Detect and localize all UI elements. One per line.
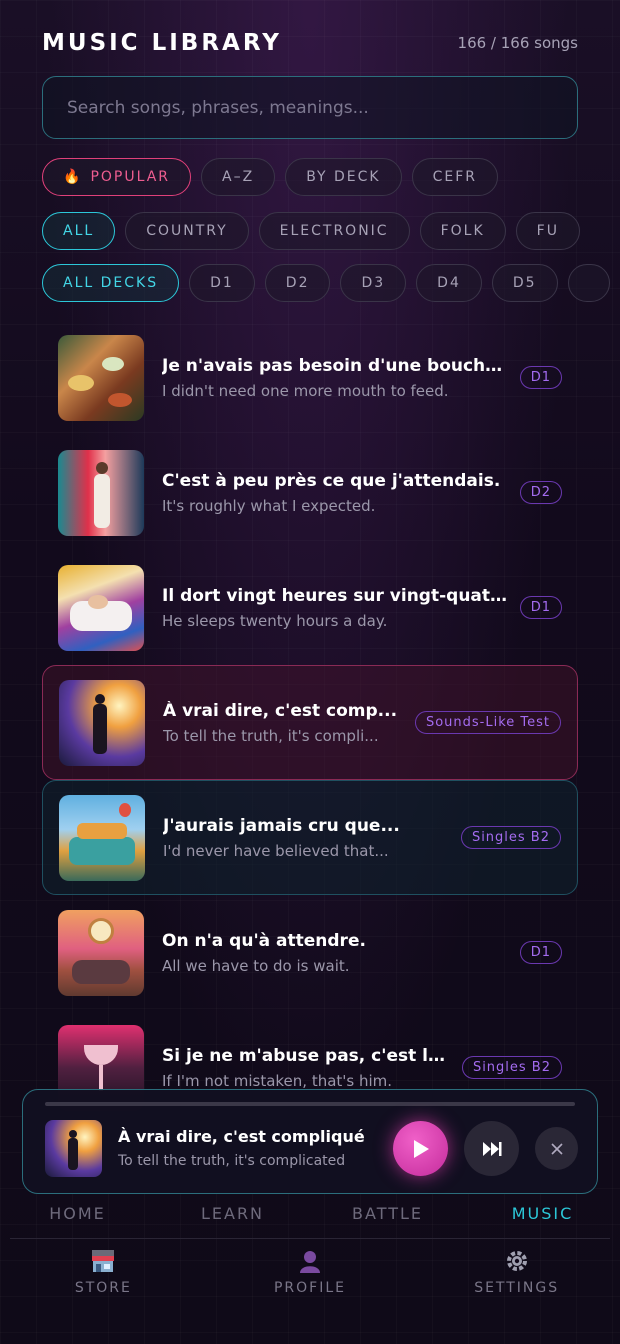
play-button[interactable] xyxy=(393,1121,448,1176)
profile-icon xyxy=(298,1248,322,1274)
song-phrase: Je n'avais pas besoin d'une bouche ... xyxy=(162,355,508,376)
chip-cefr[interactable]: CEFR xyxy=(411,158,499,196)
nav-home[interactable]: HOME xyxy=(0,1202,155,1232)
song-phrase: À vrai dire, c'est comp... xyxy=(163,700,398,721)
song-phrase: On n'a qu'à attendre. xyxy=(162,930,366,951)
song-meaning: It's roughly what I expected. xyxy=(162,496,376,515)
player-artwork xyxy=(45,1120,102,1177)
song-meaning: To tell the truth, it's compli... xyxy=(163,726,379,745)
player-subtitle: To tell the truth, it's complicated xyxy=(118,1153,346,1169)
player-title: À vrai dire, c'est compliqué xyxy=(118,1127,365,1146)
store-icon xyxy=(90,1248,116,1274)
secondary-nav: STORE PROFILE SETTINGS xyxy=(0,1246,620,1306)
song-count: 166 / 166 songs xyxy=(457,34,578,52)
song-row[interactable]: On n'a qu'à attendre. All we have to do … xyxy=(42,895,578,1010)
skip-next-icon xyxy=(482,1141,501,1156)
header: MUSIC LIBRARY 166 / 166 songs xyxy=(42,28,578,58)
search-box[interactable] xyxy=(42,76,578,139)
song-phrase: J'aurais jamais cru que... xyxy=(163,815,400,836)
chip-deck-d4[interactable]: D4 xyxy=(416,264,482,302)
chip-deck-d1[interactable]: D1 xyxy=(189,264,255,302)
song-row[interactable]: C'est à peu près ce que j'attendais. It'… xyxy=(42,435,578,550)
nav-learn[interactable]: LEARN xyxy=(155,1202,310,1232)
song-phrase: Si je ne m'abuse pas, c'est lui. xyxy=(162,1045,450,1066)
genre-chips: ALL COUNTRY ELECTRONIC FOLK FU xyxy=(42,212,620,250)
chip-deck-d5[interactable]: D5 xyxy=(491,264,558,302)
chip-all-decks[interactable]: ALL DECKS xyxy=(42,264,180,302)
nav-profile[interactable]: PROFILE xyxy=(207,1246,414,1306)
chip-genre-electronic[interactable]: ELECTRONIC xyxy=(258,212,410,250)
deck-badge: D1 xyxy=(519,941,562,964)
song-phrase: C'est à peu près ce que j'attendais. xyxy=(162,470,501,491)
song-meaning: If I'm not mistaken, that's him. xyxy=(162,1071,393,1090)
chip-genre-all[interactable]: ALL xyxy=(42,212,116,250)
primary-nav: HOME LEARN BATTLE MUSIC xyxy=(0,1202,620,1232)
song-row-playing[interactable]: À vrai dire, c'est comp... To tell the t… xyxy=(42,665,578,780)
chip-deck-more[interactable] xyxy=(567,264,610,302)
deck-badge: D2 xyxy=(519,481,562,504)
play-icon xyxy=(413,1139,429,1158)
song-meaning: I'd never have believed that... xyxy=(163,841,389,860)
deck-chips: ALL DECKS D1 D2 D3 D4 D5 xyxy=(42,264,620,302)
deck-badge: D1 xyxy=(519,596,562,619)
close-player-button[interactable] xyxy=(535,1127,578,1170)
playback-progress[interactable] xyxy=(45,1102,575,1106)
flame-icon: 🔥 xyxy=(63,169,83,185)
song-meaning: I didn't need one more mouth to feed. xyxy=(162,381,449,400)
deck-badge: Singles B2 xyxy=(460,826,561,849)
song-artwork xyxy=(58,449,144,536)
deck-badge: Sounds-Like Test xyxy=(414,711,561,734)
chip-a-z[interactable]: A–Z xyxy=(201,158,276,196)
nav-store[interactable]: STORE xyxy=(0,1246,207,1306)
song-artwork xyxy=(58,334,144,421)
song-artwork xyxy=(59,679,145,766)
nav-music[interactable]: MUSIC xyxy=(465,1202,620,1232)
mini-player[interactable]: À vrai dire, c'est compliqué To tell the… xyxy=(22,1089,598,1194)
skip-next-button[interactable] xyxy=(464,1121,519,1176)
song-meaning: All we have to do is wait. xyxy=(162,956,350,975)
song-row[interactable]: Il dort vingt heures sur vingt-quatre. H… xyxy=(42,550,578,665)
song-meaning: He sleeps twenty hours a day. xyxy=(162,611,388,630)
chip-deck-d2[interactable]: D2 xyxy=(264,264,331,302)
song-artwork xyxy=(58,564,144,651)
chip-deck-d3[interactable]: D3 xyxy=(340,264,407,302)
gear-icon xyxy=(505,1248,529,1274)
deck-badge: D1 xyxy=(519,366,562,389)
page-title: MUSIC LIBRARY xyxy=(42,30,282,56)
nav-divider xyxy=(10,1238,610,1239)
deck-badge: Singles B2 xyxy=(461,1056,562,1079)
song-artwork xyxy=(58,909,144,996)
nav-settings[interactable]: SETTINGS xyxy=(413,1246,620,1306)
song-row[interactable]: J'aurais jamais cru que... I'd never hav… xyxy=(42,780,578,895)
close-icon xyxy=(550,1142,563,1155)
chip-by-deck[interactable]: BY DECK xyxy=(285,158,402,196)
search-input[interactable] xyxy=(67,97,553,118)
song-artwork xyxy=(59,794,145,881)
nav-battle[interactable]: BATTLE xyxy=(310,1202,465,1232)
chip-genre-folk[interactable]: FOLK xyxy=(419,212,506,250)
song-phrase: Il dort vingt heures sur vingt-quatre. xyxy=(162,585,508,606)
chip-genre-country[interactable]: COUNTRY xyxy=(125,212,249,250)
chip-genre-fu[interactable]: FU xyxy=(515,212,580,250)
song-row[interactable]: Je n'avais pas besoin d'une bouche ... I… xyxy=(42,320,578,435)
sort-chips: 🔥 POPULAR A–Z BY DECK CEFR xyxy=(42,158,620,196)
chip-popular[interactable]: 🔥 POPULAR xyxy=(42,158,192,196)
